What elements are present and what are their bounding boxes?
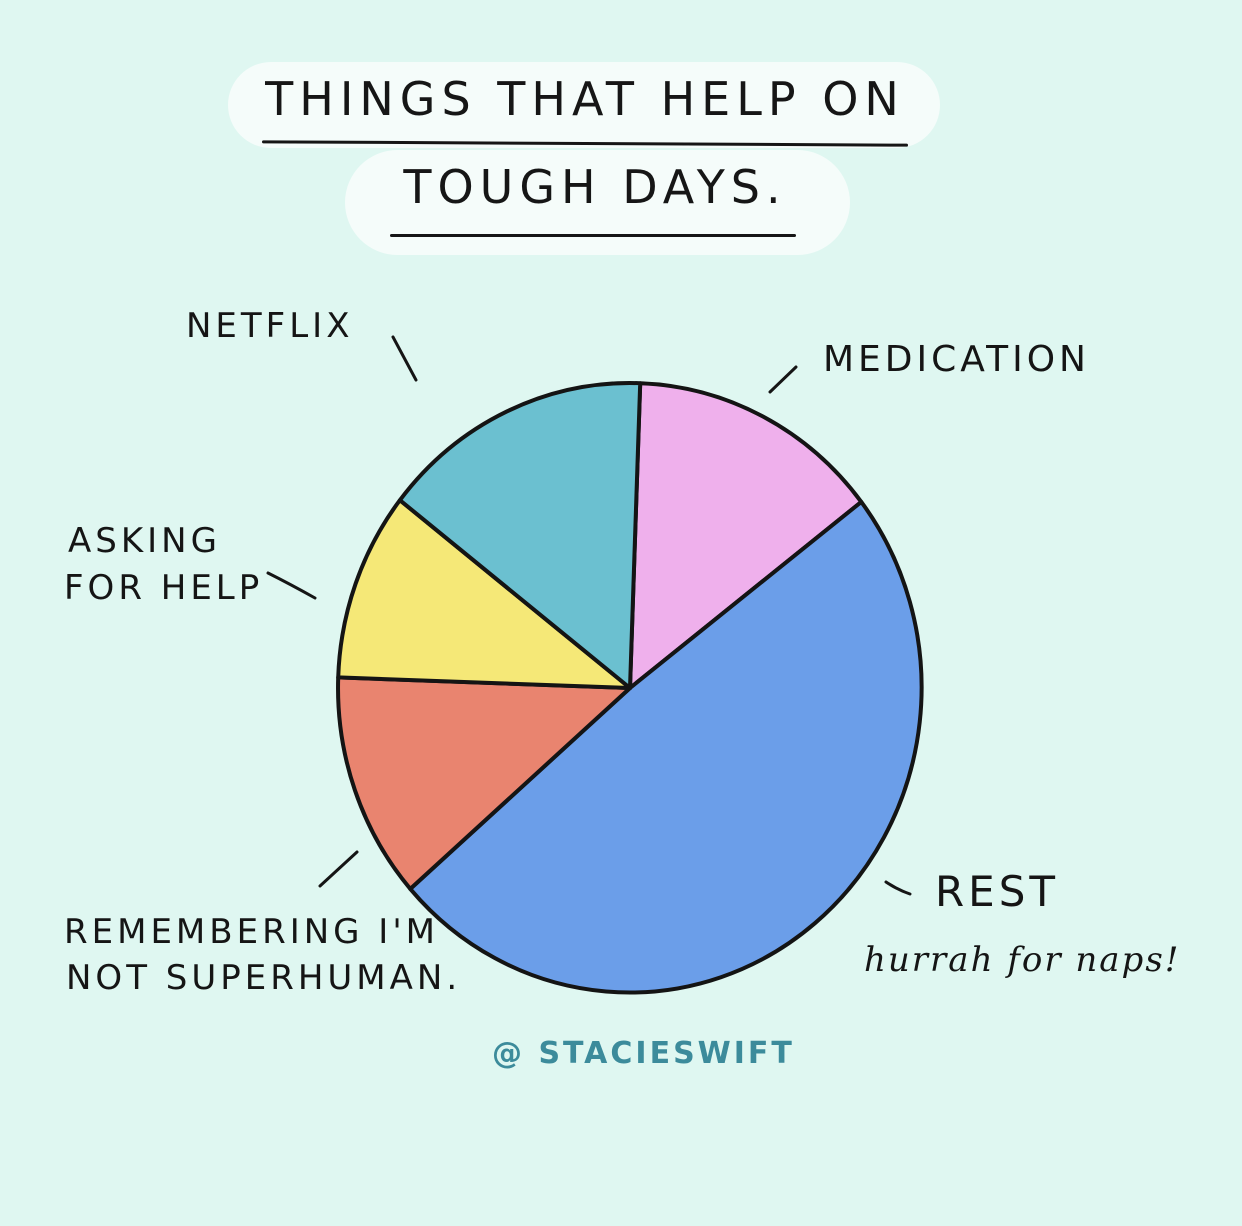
leader-remembering xyxy=(318,850,359,888)
artist-credit: @ STACIESWIFT xyxy=(492,1036,795,1071)
leader-medication xyxy=(768,365,798,394)
label-remembering-line2: NOT SUPERHUMAN. xyxy=(66,958,462,998)
leader-asking xyxy=(266,571,317,600)
label-medication: MEDICATION xyxy=(823,339,1090,380)
leader-netflix xyxy=(391,335,418,382)
label-rest: REST xyxy=(935,867,1060,916)
label-rest-note: hurrah for naps! xyxy=(864,940,1181,980)
label-asking-line2: FOR HELP xyxy=(64,568,264,608)
label-remembering-line1: REMEMBERING I'M xyxy=(64,912,440,952)
label-netflix: NETFLIX xyxy=(186,306,354,346)
leader-rest xyxy=(884,880,912,896)
label-asking-line1: ASKING xyxy=(68,521,221,561)
